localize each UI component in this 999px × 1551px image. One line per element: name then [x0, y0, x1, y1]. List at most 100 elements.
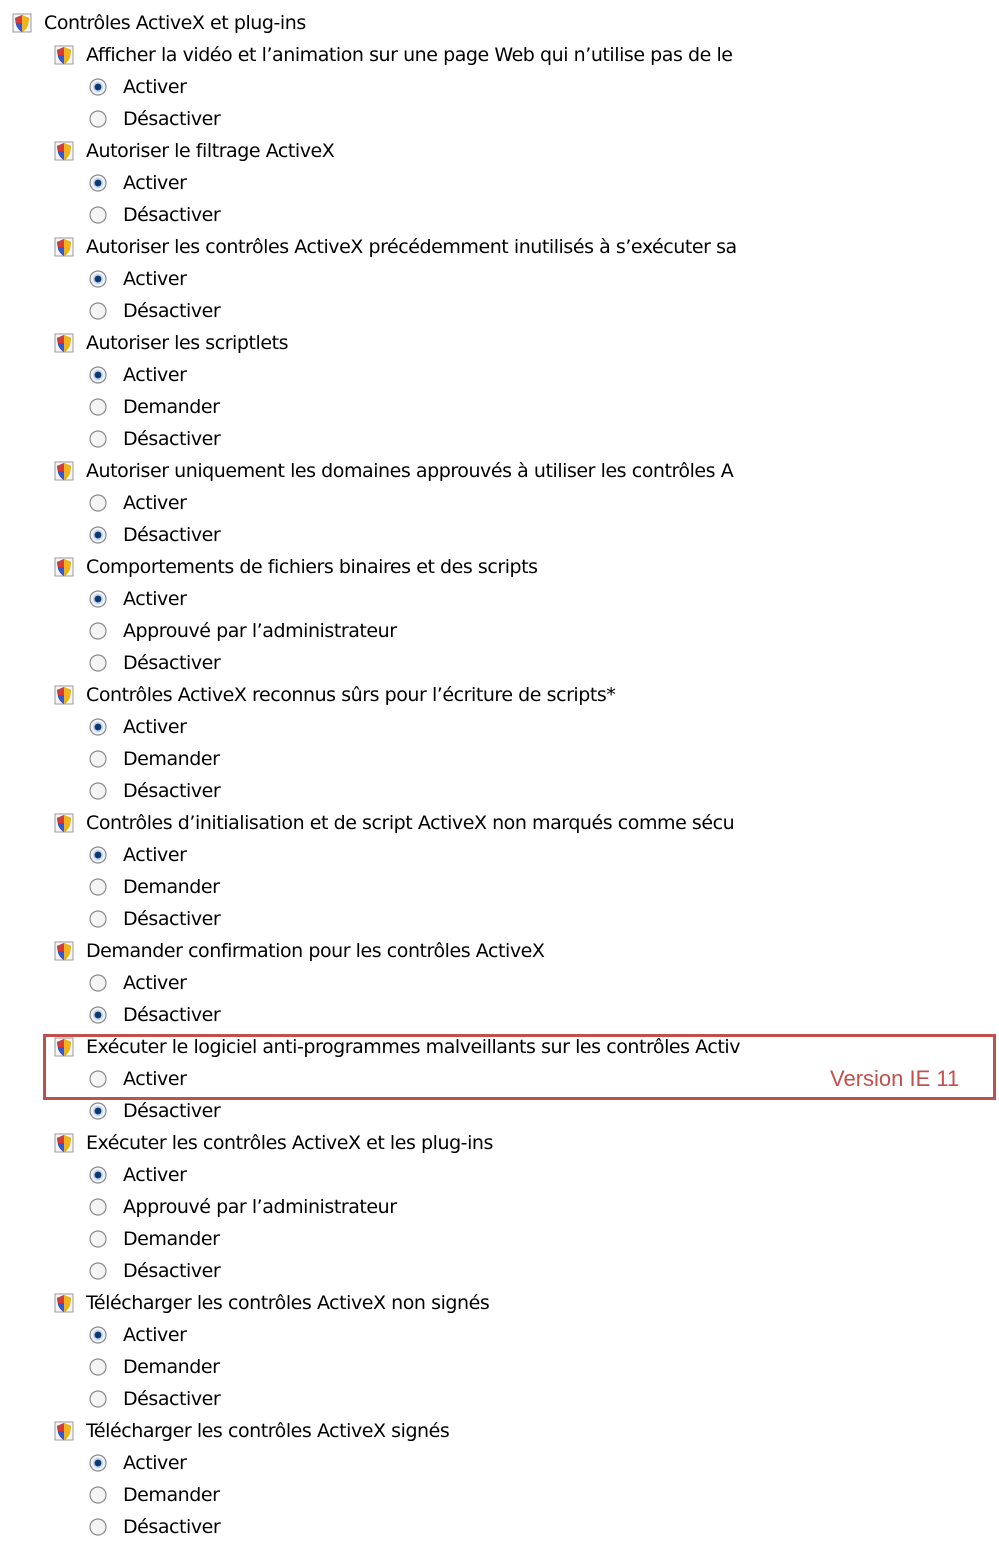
radio-unselected-icon[interactable] [89, 974, 107, 992]
security-settings-icon [52, 459, 76, 483]
radio-option[interactable]: Désactiver [89, 1255, 995, 1287]
radio-selected-icon[interactable] [89, 1166, 107, 1184]
radio-option[interactable]: Approuvé par l’administrateur [89, 615, 995, 647]
radio-unselected-icon[interactable] [89, 750, 107, 768]
radio-unselected-icon[interactable] [89, 1198, 107, 1216]
setting-label: Télécharger les contrôles ActiveX signés [86, 1420, 450, 1442]
option-label: Désactiver [123, 780, 221, 802]
radio-selected-icon[interactable] [89, 78, 107, 96]
setting-item: Contrôles d’initialisation et de script … [52, 807, 995, 839]
radio-option[interactable]: Activer [89, 967, 995, 999]
setting-label: Contrôles d’initialisation et de script … [86, 812, 735, 834]
setting-label: Autoriser le filtrage ActiveX [86, 140, 335, 162]
setting-label: Télécharger les contrôles ActiveX non si… [86, 1292, 490, 1314]
radio-option[interactable]: Désactiver [89, 519, 995, 551]
radio-option[interactable]: Activer [89, 583, 995, 615]
setting-item: Autoriser les scriptlets [52, 327, 995, 359]
security-settings-icon [52, 139, 76, 163]
radio-option[interactable]: Désactiver [89, 103, 995, 135]
radio-unselected-icon[interactable] [89, 110, 107, 128]
setting-item: Contrôles ActiveX reconnus sûrs pour l’é… [52, 679, 995, 711]
radio-option[interactable]: Désactiver [89, 1511, 995, 1543]
radio-selected-icon[interactable] [89, 718, 107, 736]
radio-selected-icon[interactable] [89, 1326, 107, 1344]
radio-unselected-icon[interactable] [89, 654, 107, 672]
radio-unselected-icon[interactable] [89, 910, 107, 928]
option-label: Activer [123, 716, 187, 738]
radio-option[interactable]: Activer [89, 1159, 995, 1191]
setting-item: Afficher la vidéo et l’animation sur une… [52, 39, 995, 71]
radio-unselected-icon[interactable] [89, 494, 107, 512]
radio-unselected-icon[interactable] [89, 398, 107, 416]
radio-selected-icon[interactable] [89, 526, 107, 544]
radio-unselected-icon[interactable] [89, 1518, 107, 1536]
radio-option[interactable]: Désactiver [89, 199, 995, 231]
radio-selected-icon[interactable] [89, 270, 107, 288]
setting-item: Exécuter les contrôles ActiveX et les pl… [52, 1127, 995, 1159]
radio-unselected-icon[interactable] [89, 782, 107, 800]
radio-option[interactable]: Demander [89, 871, 995, 903]
radio-unselected-icon[interactable] [89, 878, 107, 896]
radio-option[interactable]: Demander [89, 391, 995, 423]
radio-option[interactable]: Activer [89, 711, 995, 743]
radio-option[interactable]: Demander [89, 743, 995, 775]
security-settings-icon [10, 11, 34, 35]
radio-option[interactable]: Désactiver [89, 647, 995, 679]
radio-option[interactable]: Activer [89, 167, 995, 199]
setting-label: Contrôles ActiveX et plug-ins [44, 12, 306, 34]
option-label: Demander [123, 396, 220, 418]
radio-option[interactable]: Activer [89, 487, 995, 519]
option-label: Approuvé par l’administrateur [123, 620, 397, 642]
radio-selected-icon[interactable] [89, 366, 107, 384]
setting-label: Autoriser les scriptlets [86, 332, 289, 354]
radio-option[interactable]: Désactiver [89, 999, 995, 1031]
radio-unselected-icon[interactable] [89, 1262, 107, 1280]
radio-selected-icon[interactable] [89, 1454, 107, 1472]
radio-option[interactable]: Désactiver [89, 903, 995, 935]
setting-item: Autoriser les contrôles ActiveX précédem… [52, 231, 995, 263]
option-label: Désactiver [123, 1260, 221, 1282]
radio-unselected-icon[interactable] [89, 1230, 107, 1248]
setting-item: Autoriser uniquement les domaines approu… [52, 455, 995, 487]
option-label: Activer [123, 492, 187, 514]
option-label: Désactiver [123, 428, 221, 450]
option-label: Activer [123, 364, 187, 386]
radio-unselected-icon[interactable] [89, 622, 107, 640]
radio-unselected-icon[interactable] [89, 302, 107, 320]
security-settings-tree: Contrôles ActiveX et plug-ins Afficher la… [0, 0, 999, 1551]
radio-option[interactable]: Demander [89, 1223, 995, 1255]
radio-option[interactable]: Désactiver [89, 423, 995, 455]
radio-unselected-icon[interactable] [89, 1358, 107, 1376]
option-label: Demander [123, 748, 220, 770]
radio-option[interactable]: Activer [89, 263, 995, 295]
option-label: Activer [123, 972, 187, 994]
radio-option[interactable]: Demander [89, 1479, 995, 1511]
security-settings-icon [52, 811, 76, 835]
radio-selected-icon[interactable] [89, 1102, 107, 1120]
setting-item: Autoriser le filtrage ActiveX [52, 135, 995, 167]
option-label: Activer [123, 844, 187, 866]
radio-option[interactable]: Approuvé par l’administrateur [89, 1191, 995, 1223]
radio-selected-icon[interactable] [89, 846, 107, 864]
radio-selected-icon[interactable] [89, 590, 107, 608]
radio-unselected-icon[interactable] [89, 430, 107, 448]
radio-option[interactable]: Désactiver [89, 775, 995, 807]
security-settings-icon [52, 939, 76, 963]
radio-option[interactable]: Activer [89, 1447, 995, 1479]
setting-label: Demander confirmation pour les contrôles… [86, 940, 545, 962]
radio-selected-icon[interactable] [89, 174, 107, 192]
radio-selected-icon[interactable] [89, 1006, 107, 1024]
radio-unselected-icon[interactable] [89, 1486, 107, 1504]
radio-option[interactable]: Demander [89, 1351, 995, 1383]
option-label: Activer [123, 76, 187, 98]
radio-unselected-icon[interactable] [89, 1390, 107, 1408]
option-label: Activer [123, 1164, 187, 1186]
radio-option[interactable]: Activer [89, 1319, 995, 1351]
radio-option[interactable]: Désactiver [89, 295, 995, 327]
radio-unselected-icon[interactable] [89, 206, 107, 224]
radio-option[interactable]: Activer [89, 839, 995, 871]
security-settings-icon [52, 235, 76, 259]
radio-option[interactable]: Désactiver [89, 1383, 995, 1415]
radio-option[interactable]: Activer [89, 71, 995, 103]
radio-option[interactable]: Activer [89, 359, 995, 391]
